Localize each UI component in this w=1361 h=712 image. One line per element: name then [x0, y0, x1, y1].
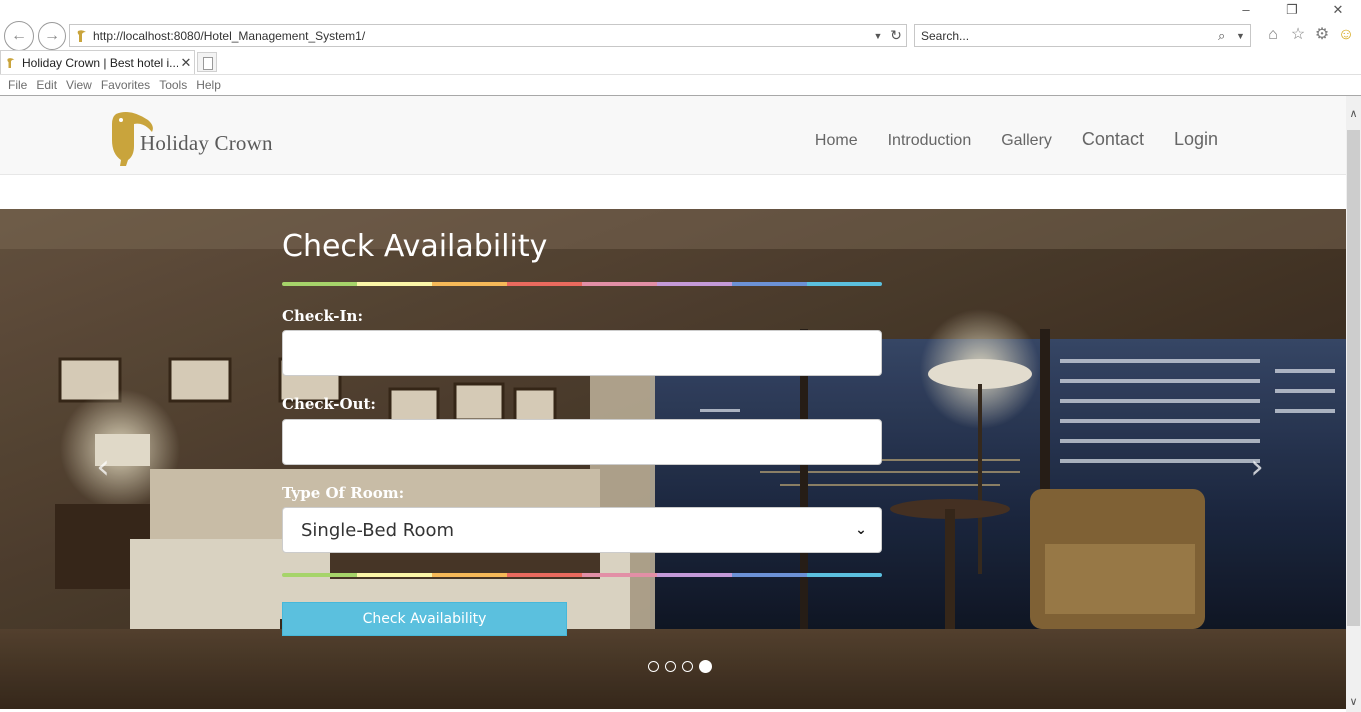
rainbow-segment	[357, 573, 432, 577]
home-icon[interactable]: ⌂	[1264, 26, 1282, 44]
carousel-indicator-dot[interactable]	[682, 661, 693, 672]
address-dropdown-icon[interactable]: ▼	[870, 31, 886, 41]
refresh-icon[interactable]: ↻	[886, 27, 906, 44]
rainbow-divider-top	[282, 282, 882, 286]
nav-login[interactable]: Login	[1174, 129, 1218, 150]
rainbow-segment	[657, 573, 732, 577]
minimize-icon[interactable]: –	[1236, 2, 1256, 18]
rainbow-segment	[282, 282, 357, 286]
tab-favicon-icon	[7, 57, 15, 68]
settings-gear-icon[interactable]: ⚙	[1313, 26, 1331, 44]
search-icon[interactable]: ⌕	[1218, 28, 1236, 44]
menu-favorites[interactable]: Favorites	[101, 78, 150, 92]
nav-contact[interactable]: Contact	[1082, 129, 1144, 150]
menu-view[interactable]: View	[66, 78, 92, 92]
nav-home[interactable]: Home	[815, 132, 858, 150]
carousel-indicator-dot[interactable]	[648, 661, 659, 672]
checkout-field[interactable]	[282, 419, 882, 465]
restore-icon[interactable]: ❐	[1282, 2, 1302, 18]
checkout-label: Check-Out:	[282, 395, 376, 413]
rainbow-segment	[807, 282, 882, 286]
rainbow-segment	[657, 282, 732, 286]
rainbow-segment	[507, 282, 582, 286]
rainbow-segment	[732, 573, 807, 577]
hero-carousel: Check Availability Check-In: Check-Out: …	[0, 209, 1346, 709]
site-logo[interactable]: Holiday Crown	[108, 110, 273, 166]
favorites-star-icon[interactable]: ☆	[1289, 26, 1307, 44]
close-window-icon[interactable]: ✕	[1328, 2, 1348, 18]
back-icon[interactable]: ←	[4, 21, 34, 51]
site-header: Holiday Crown Home Introduction Gallery …	[0, 96, 1346, 175]
browser-search-input[interactable]: Search... ⌕ ▼	[914, 24, 1251, 47]
rainbow-segment	[432, 282, 507, 286]
address-bar[interactable]: http://localhost:8080/Hotel_Management_S…	[69, 24, 907, 47]
scroll-thumb[interactable]	[1347, 130, 1360, 626]
forward-icon[interactable]: →	[38, 22, 66, 50]
rainbow-segment	[807, 573, 882, 577]
rainbow-segment	[432, 573, 507, 577]
carousel-indicator-dot[interactable]	[699, 660, 712, 673]
carousel-indicator-dot[interactable]	[665, 661, 676, 672]
smiley-feedback-icon[interactable]: ☺	[1337, 26, 1355, 44]
search-dropdown-icon[interactable]: ▼	[1236, 31, 1250, 41]
menu-help[interactable]: Help	[196, 78, 221, 92]
rainbow-segment	[507, 573, 582, 577]
carousel-indicators	[648, 660, 718, 673]
menu-edit[interactable]: Edit	[36, 78, 57, 92]
nav-gallery[interactable]: Gallery	[1001, 132, 1052, 150]
page-viewport: Holiday Crown Home Introduction Gallery …	[0, 96, 1346, 709]
scroll-down-icon[interactable]: ∨	[1346, 696, 1361, 708]
chevron-down-icon[interactable]: ⌄	[841, 522, 881, 538]
tab-close-icon[interactable]: ✕	[178, 55, 194, 71]
room-type-select[interactable]: Single-Bed Room ⌄	[282, 507, 882, 553]
room-type-label: Type Of Room:	[282, 484, 405, 502]
page-scrollbar[interactable]: ∧ ∨	[1346, 96, 1361, 712]
check-availability-button[interactable]: Check Availability	[282, 602, 567, 636]
menu-file[interactable]: File	[8, 78, 27, 92]
checkin-label: Check-In:	[282, 307, 363, 325]
menu-tools[interactable]: Tools	[159, 78, 187, 92]
rainbow-segment	[282, 573, 357, 577]
rainbow-segment	[582, 573, 657, 577]
site-nav: Home Introduction Gallery Contact Login	[785, 129, 1218, 150]
carousel-next-icon[interactable]: ›	[1242, 450, 1272, 484]
address-url[interactable]: http://localhost:8080/Hotel_Management_S…	[93, 29, 870, 43]
rainbow-divider-bottom	[282, 573, 882, 577]
room-type-value[interactable]: Single-Bed Room	[301, 520, 841, 541]
menu-bar: File Edit View Favorites Tools Help	[0, 75, 1361, 95]
browser-search-placeholder[interactable]: Search...	[921, 29, 1218, 43]
browser-tab[interactable]: Holiday Crown | Best hotel i... ✕	[0, 50, 195, 74]
site-favicon-icon	[77, 29, 86, 42]
new-tab-icon[interactable]	[197, 52, 217, 72]
carousel-prev-icon[interactable]: ‹	[88, 450, 118, 484]
form-title: Check Availability	[282, 229, 548, 264]
scroll-up-icon[interactable]: ∧	[1346, 108, 1361, 120]
browser-chrome: ← → http://localhost:8080/Hotel_Manageme…	[0, 0, 1361, 96]
checkin-field[interactable]	[282, 330, 882, 376]
tab-title[interactable]: Holiday Crown | Best hotel i...	[22, 56, 178, 70]
rainbow-segment	[357, 282, 432, 286]
nav-introduction[interactable]: Introduction	[888, 132, 972, 150]
rainbow-segment	[582, 282, 657, 286]
brand-name: Holiday Crown	[140, 130, 273, 155]
rainbow-segment	[732, 282, 807, 286]
